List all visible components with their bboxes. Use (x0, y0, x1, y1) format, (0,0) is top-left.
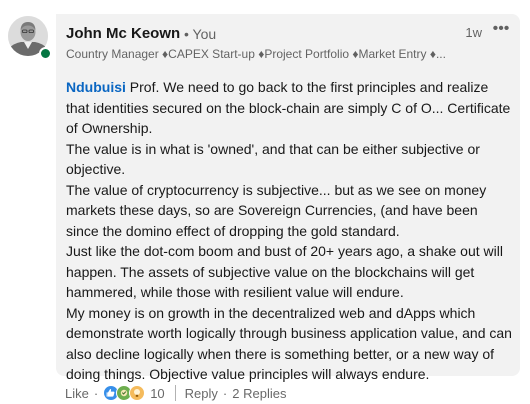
comment-paragraph: Just like the dot-com boom and bust of 2… (66, 243, 503, 300)
connection-degree: • You (184, 26, 217, 42)
online-status-indicator (39, 47, 52, 60)
comment-text: Ndubuisi Prof. We need to go back to the… (66, 77, 512, 385)
author-avatar-container[interactable] (8, 16, 52, 60)
comment-bubble: John Mc Keown • You Country Manager ♦CAP… (56, 14, 520, 382)
comment-actions: Like · 10 Reply · 2 Replies (65, 383, 286, 403)
comment-timestamp: 1w (465, 25, 482, 40)
reactions-summary[interactable] (103, 385, 146, 401)
more-options-icon[interactable]: ••• (490, 20, 512, 42)
mention-link[interactable]: Ndubuisi (66, 79, 126, 95)
comment-paragraph: The value is in what is 'owned', and tha… (66, 140, 480, 178)
comment-paragraph: Ndubuisi Prof. We need to go back to the… (66, 77, 512, 139)
like-button[interactable]: Like (65, 386, 89, 401)
comment-paragraph: The value of cryptocurrency is subjectiv… (66, 181, 487, 239)
author-headline: Country Manager ♦CAPEX Start-up ♦Project… (66, 47, 446, 61)
action-divider (174, 385, 176, 401)
separator-dot: · (222, 385, 228, 401)
reaction-count[interactable]: 10 (150, 386, 164, 401)
insightful-icon (129, 385, 146, 401)
author-name[interactable]: John Mc Keown (66, 25, 180, 42)
separator-dot: · (93, 385, 99, 401)
replies-link[interactable]: 2 Replies (232, 386, 286, 401)
comment-paragraph-text: Prof. We need to go back to the first pr… (66, 79, 511, 136)
comment-paragraph: My money is on growth in the decentraliz… (66, 304, 512, 383)
reply-button[interactable]: Reply (185, 386, 218, 401)
